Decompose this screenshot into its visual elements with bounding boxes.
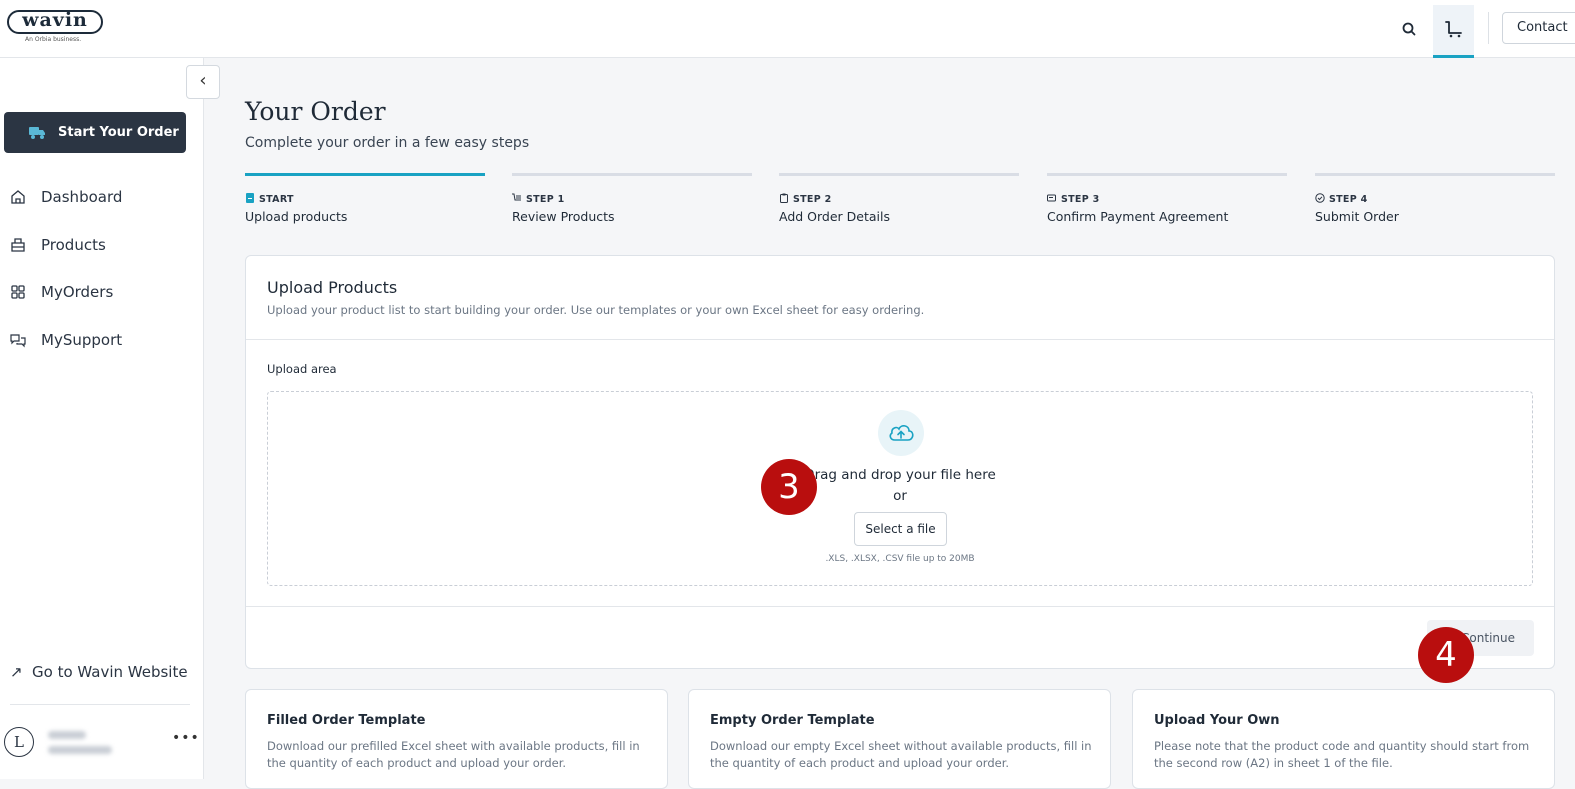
template-description: Download our empty Excel sheet without a… — [710, 739, 1092, 770]
step-kicker: STEP 4 — [1329, 194, 1368, 205]
collapse-sidebar-button[interactable]: ‹ — [186, 65, 220, 99]
chat-icon — [10, 334, 26, 348]
user-name-redacted — [48, 731, 86, 739]
sidebar-item-label: MySupport — [41, 331, 123, 349]
upload-own-card[interactable]: Upload Your Own Please note that the pro… — [1132, 689, 1555, 789]
sidebar-item-dashboard[interactable]: Dashboard — [0, 179, 203, 215]
step-2: STEP 2 Add Order Details — [779, 173, 1019, 224]
step-name: Add Order Details — [779, 209, 891, 224]
sidebar-item-products[interactable]: Products — [0, 227, 203, 263]
template-title: Empty Order Template — [710, 713, 875, 728]
logo-tagline: An Orbia business. — [25, 36, 82, 43]
empty-template-card[interactable]: Empty Order Template Download our empty … — [688, 689, 1111, 789]
sidebar-item-myorders[interactable]: MyOrders — [0, 274, 203, 310]
start-your-order-button[interactable]: Start Your Order — [4, 112, 186, 153]
step-name: Upload products — [245, 209, 348, 224]
card-edit-icon — [1047, 194, 1056, 202]
file-dropzone[interactable]: Drag and drop your file here or Select a… — [267, 391, 1533, 586]
sidebar-item-mysupport[interactable]: MySupport — [0, 322, 203, 358]
more-options-icon[interactable]: ••• — [172, 730, 200, 746]
file-type-hint: .XLS, .XLSX, .CSV file up to 20MB — [825, 554, 975, 564]
step-kicker: START — [259, 194, 294, 205]
filled-template-card[interactable]: Filled Order Template Download our prefi… — [245, 689, 668, 789]
sidebar-item-label: Dashboard — [41, 188, 123, 206]
page-title: Your Order — [245, 97, 386, 126]
template-description: Please note that the product code and qu… — [1154, 739, 1530, 770]
upload-area-label: Upload area — [267, 362, 337, 376]
step-progress-bar — [1315, 173, 1555, 176]
step-name: Review Products — [512, 209, 615, 224]
sidebar-item-label: MyOrders — [41, 283, 114, 301]
sidebar: Start Your Order Dashboard Products MyOr… — [0, 58, 204, 779]
search-icon[interactable] — [1398, 18, 1420, 40]
file-icon — [246, 193, 254, 203]
arrow-up-right-icon: ↗ — [10, 663, 23, 681]
cart-button[interactable] — [1433, 5, 1474, 58]
card-divider — [246, 606, 1554, 607]
page-subtitle: Complete your order in a few easy steps — [245, 135, 530, 151]
go-to-wavin-label: Go to Wavin Website — [32, 663, 188, 681]
step-1: STEP 1 Review Products — [512, 173, 752, 224]
drag-drop-text: Drag and drop your file here — [804, 467, 996, 483]
chevron-left-icon: ‹ — [199, 70, 207, 91]
avatar[interactable]: L — [4, 727, 34, 757]
step-progress-bar — [245, 173, 485, 176]
contact-button[interactable]: Contact — [1502, 12, 1575, 44]
step-4: STEP 4 Submit Order — [1315, 173, 1555, 224]
step-progress-bar — [1047, 173, 1287, 176]
or-text: or — [893, 488, 907, 504]
step-name: Submit Order — [1315, 209, 1399, 224]
step-progress-bar — [512, 173, 752, 176]
sidebar-item-label: Products — [41, 236, 106, 254]
upload-products-card: Upload Products Upload your product list… — [245, 255, 1555, 669]
step-3: STEP 3 Confirm Payment Agreement — [1047, 173, 1287, 224]
user-email-redacted — [48, 746, 112, 754]
sidebar-divider — [10, 704, 190, 705]
step-kicker: STEP 2 — [793, 194, 832, 205]
cart-list-icon — [512, 193, 521, 201]
check-circle-icon — [1315, 193, 1325, 203]
template-title: Upload Your Own — [1154, 713, 1280, 728]
step-name: Confirm Payment Agreement — [1047, 209, 1229, 224]
step-progress-bar — [779, 173, 1019, 176]
template-description: Download our prefilled Excel sheet with … — [267, 739, 640, 770]
template-title: Filled Order Template — [267, 713, 426, 728]
card-divider — [246, 339, 1554, 340]
start-your-order-label: Start Your Order — [58, 125, 179, 140]
step-kicker: STEP 3 — [1061, 194, 1100, 205]
topbar-divider — [1488, 12, 1489, 44]
grid-icon — [11, 285, 25, 299]
home-icon — [11, 190, 25, 204]
step-start: START Upload products — [245, 173, 485, 224]
upload-card-description: Upload your product list to start buildi… — [267, 303, 925, 317]
select-file-button[interactable]: Select a file — [854, 512, 947, 546]
annotation-badge: 4 — [1418, 627, 1474, 683]
products-icon — [11, 238, 25, 252]
go-to-wavin-link[interactable]: ↗ Go to Wavin Website — [10, 663, 188, 681]
cloud-upload-icon — [878, 410, 924, 456]
annotation-badge: 3 — [761, 459, 817, 515]
logo-wordmark: wavin — [7, 10, 103, 34]
cart-icon — [1445, 21, 1462, 38]
truck-icon — [29, 127, 45, 139]
upload-card-title: Upload Products — [267, 278, 398, 297]
wavin-logo[interactable]: wavin An Orbia business. — [7, 10, 105, 43]
clipboard-icon — [780, 193, 788, 203]
step-kicker: STEP 1 — [526, 194, 565, 205]
top-bar: wavin An Orbia business. Contact — [0, 0, 1575, 58]
